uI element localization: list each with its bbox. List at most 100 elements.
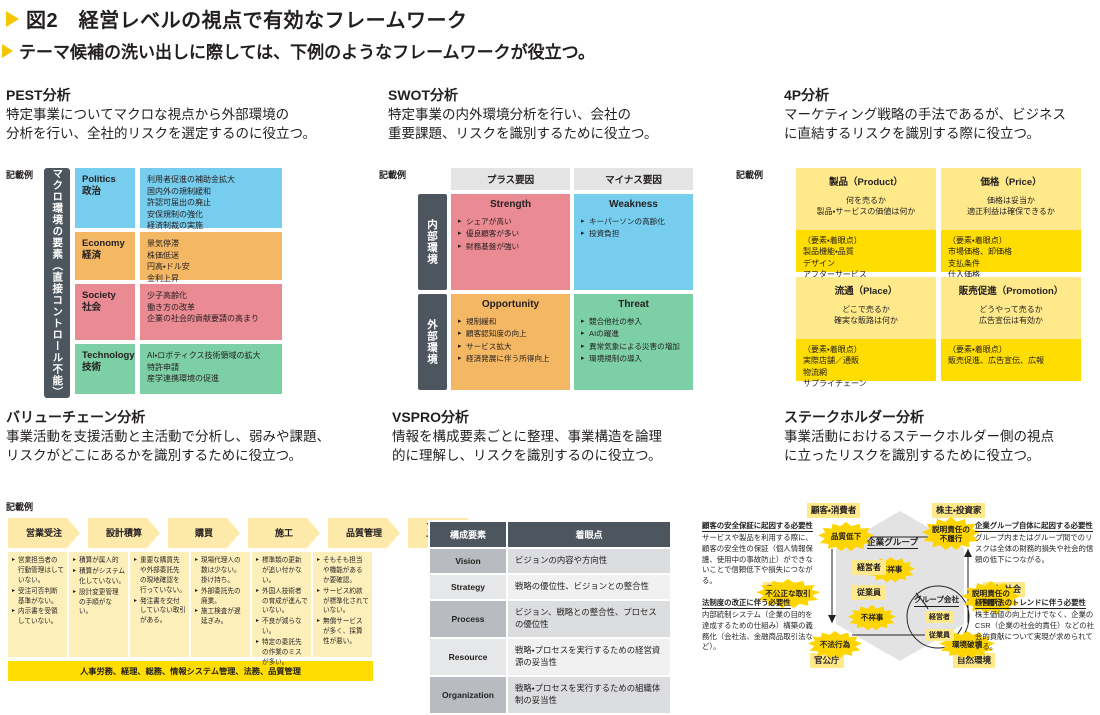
value-chain-stage-column: 営業担当者の行動管理はしていない。受注可否判断基準がない。内示書を受領していない…: [8, 552, 67, 657]
fourp-card-top: 流通（Place） どこで売るか 確実な販路は何か: [796, 277, 936, 339]
note-body: 株主価値の向上だけでなく、企業のCSR（企業の社会的責任）などの社会的貢献につい…: [975, 610, 1095, 652]
stakeholder-note-trend: 経営手法のトレンドに伴う必要性 株主価値の向上だけでなく、企業のCSR（企業の社…: [975, 592, 1097, 653]
value-chain-stage-arrow: 設計積算: [88, 518, 160, 548]
swot-cell-item: 環境規制の導入: [581, 353, 686, 365]
value-chain-stage-column: 重要な購買先や外部委託先の現地確認を行っていない。発注書を交付していない取引があ…: [130, 552, 189, 657]
value-chain-stage-arrow: 購買: [168, 518, 240, 548]
figure-title-text: 図2 経営レベルの視点で有効なフレームワーク: [26, 10, 468, 32]
stakeholder-title: ステークホルダー分析: [784, 409, 924, 425]
group-label: 企業グループ: [867, 536, 919, 550]
section-4p: 4P分析 マーケティング戦略の手法であるが、ビジネス に直結するリスクを識別する…: [784, 86, 1100, 143]
pest-detail: 利用者促進の補助金拡大 国内外の規制緩和 許認可届出の廃止 安保規制の強化 経済制裁の実…: [140, 168, 282, 230]
fourp-card-top: 販売促進（Promotion） どうやって売るか 広告宣伝は有効か: [941, 277, 1081, 339]
pest-detail-item: 国内外の規制緩和: [147, 186, 211, 196]
vspro-row: Strategy 戦略の優位性、ビジョンとの整合性: [428, 573, 672, 601]
value-chain-item: 内示書を受領していない。: [12, 607, 64, 627]
value-chain-item: 標準類の更新が追い付かない。: [256, 556, 308, 586]
pest-category-en: Society: [82, 290, 116, 301]
triangle-bullet-icon: [6, 10, 19, 27]
value-chain-item: 外国人技術者の育成が進んでいない。: [256, 587, 308, 617]
pest-detail-item: 景気停滞: [147, 239, 179, 248]
value-chain-item-list: 営業担当者の行動管理はしていない。受注可否判断基準がない。内示書を受領していない…: [12, 556, 64, 627]
fourp-card-head: 流通（Place）: [834, 286, 898, 297]
value-chain-item-list: そもそも担当や機能があるか要確認。サービス約款が標準化されていない。無償サービス…: [317, 556, 369, 647]
vspro-table: 構成要素 着眼点 Vision ビジョンの内容や方向性 Strategy 戦略の優位性、…: [428, 520, 672, 715]
pest-row: Society 社会 少子高齢化 働き方の改革 企業の社会的貢献要請の高まり: [75, 284, 282, 340]
pest-detail-item: 経済制裁の実施: [147, 221, 203, 231]
value-chain-item: 施工検査が遅延ぎみ。: [195, 607, 247, 627]
swot-cell-list: シェアが高い優良顧客が多い財務基盤が強い: [458, 216, 563, 253]
swot-cell-title: Weakness: [609, 199, 658, 210]
fourp-card-detail: （要素・着眼点） 販売促進、広告宣伝、広報: [941, 339, 1081, 381]
pest-category: Society 社会: [75, 284, 135, 340]
section-swot: SWOT分析 特定事業の内外環境分析を行い、会社の 重要課題、リスクを識別するた…: [388, 86, 738, 143]
value-chain-item: 無償サービスが多く、採算性が悪い。: [317, 617, 369, 647]
pest-row: Politics 政治 利用者促進の補助金拡大 国内外の規制緩和 許認可届出の廃止 安保規…: [75, 168, 282, 230]
fourp-card-head: 価格（Price）: [980, 177, 1042, 188]
note-heading: 法制度の改正に伴う必要性: [702, 597, 791, 610]
pest-side-label: マクロ環境の要素（直接コントロール不能）: [44, 168, 70, 398]
valuechain-title: バリューチェーン分析: [6, 409, 146, 425]
swot-cell-list: キーパーソンの高齢化投資負担: [581, 216, 686, 241]
pest-category-en: Economy: [82, 238, 125, 249]
fourp-card: 製品（Product） 何を売るか 製品・サービスの価値は何か （要素・着眼点） 製…: [796, 168, 936, 279]
pest-detail-item: 働き方の改革: [147, 302, 195, 312]
value-chain-stage-column: 現場代理人の数は少ない。掛け持ち。外部委託先の廃業。施工検査が遅延ぎみ。: [191, 552, 250, 657]
value-chain-item-list: 重要な購買先や外部委託先の現地確認を行っていない。発注書を交付していない取引があ…: [134, 556, 186, 626]
fourp-example-label: 記載例: [736, 170, 764, 180]
value-chain-item: 現場代理人の数は少ない。掛け持ち。: [195, 556, 247, 586]
value-chain-stage-arrow: 営業受注: [8, 518, 80, 548]
swot-cell-item: 規制緩和: [458, 316, 563, 328]
swot-cell-item: 競合他社の参入: [581, 316, 686, 328]
pest-detail-item: 円高・ドル安: [147, 262, 190, 272]
value-chain-stage-column: 標準類の更新が追い付かない。外国人技術者の育成が進んでいない。不良が減らない。特…: [252, 552, 311, 666]
section-vspro: VSPRO分析 情報を構成要素ごとに整理、事業構造を論理 的に理解し、リスクを識…: [392, 408, 722, 465]
pest-category-ja: 経済: [82, 250, 102, 262]
swot-row-header: 外部環境: [418, 294, 447, 390]
section-stakeholder: ステークホルダー分析 事業活動におけるステークホルダー側の視点 に立ったリスクを…: [784, 408, 1100, 465]
value-chain-item: 外部委託先の廃業。: [195, 587, 247, 607]
value-chain-stage-arrow: 品質管理: [328, 518, 400, 548]
value-chain-item: サービス約款が標準化されていない。: [317, 587, 369, 617]
fourp-cards: 製品（Product） 何を売るか 製品・サービスの価値は何か （要素・着眼点） 製…: [796, 168, 1081, 388]
sub-role-employee: 従業員: [925, 629, 954, 641]
swot-cell-item: AIの躍進: [581, 328, 686, 340]
inner-role-employee: 従業員: [852, 585, 886, 600]
vspro-element-cell: Strategy: [428, 573, 508, 601]
pest-detail-item: 少子高齢化: [147, 291, 187, 300]
swot-cell-item: シェアが高い: [458, 216, 563, 228]
swot-row-header: 内部環境: [418, 194, 447, 290]
pest-rows: Politics 政治 利用者促進の補助金拡大 国内外の規制緩和 許認可届出の廃止 安保規…: [75, 168, 282, 398]
swot-cell-title: Opportunity: [481, 299, 540, 310]
swot-cell-threat: Threat 競合他社の参入AIの躍進異常気象による災害の増加環境規制の導入: [574, 294, 693, 390]
value-chain-item: 受注可否判断基準がない。: [12, 587, 64, 607]
stakeholder-note-group: 企業グループ自体に起因する必要性 グループ内またはグループ間でのリスクは全体の財…: [975, 515, 1097, 565]
value-chain-stage-column: そもそも担当や機能があるか要確認。サービス約款が標準化されていない。無償サービス…: [313, 552, 372, 657]
vspro-element-cell: Process: [428, 599, 508, 639]
pest-detail-item: 特許申請: [147, 362, 179, 372]
value-chain-item-list: 現場代理人の数は少ない。掛け持ち。外部委託先の廃業。施工検査が遅延ぎみ。: [195, 556, 247, 627]
figure-lead-text: テーマ候補の洗い出しに際しては、下例のようなフレームワークが役立つ。: [19, 43, 595, 62]
swot-cells: Strength シェアが高い優良顧客が多い財務基盤が強い Weakness キーパー…: [451, 194, 693, 390]
value-chain-item: 設計変更管理の手順がない。: [73, 588, 125, 618]
swot-title: SWOT分析: [388, 87, 458, 103]
stakeholder-description: 事業活動におけるステークホルダー側の視点 に立ったリスクを識別するために役立つ。: [784, 428, 1054, 464]
swot-cell-title: Strength: [489, 199, 532, 210]
vspro-focus-cell: 戦略・プロセスを実行するための経営資源の妥当性: [506, 636, 672, 677]
pest-category-en: Politics: [82, 174, 116, 185]
fourp-card-top: 製品（Product） 何を売るか 製品・サービスの価値は何か: [796, 168, 936, 230]
swot-row-headers: 内部環境 外部環境: [418, 194, 447, 390]
pest-category: Technology 技術: [75, 344, 135, 394]
vspro-row: Process ビジョン、戦略との整合性、プロセスの優位性: [428, 599, 672, 639]
swot-cell-item: サービス拡大: [458, 341, 563, 353]
swot-column-header: プラス要因: [451, 168, 570, 190]
note-body: サービスや製品を利用する際に、顧客の安全性の保証（個人情報保護、使用中の事故防止…: [702, 533, 813, 586]
swot-column-header: マイナス要因: [574, 168, 693, 190]
sub-role-manager: 経営者: [925, 611, 954, 623]
section-value-chain: バリューチェーン分析 事業活動を支援活動と主活動で分析し、弱みや課題、 リスクが…: [6, 408, 386, 465]
fourp-card: 販売促進（Promotion） どうやって売るか 広告宣伝は有効か （要素・着眼点）…: [941, 277, 1081, 381]
vspro-element-cell: Organization: [428, 674, 508, 715]
value-chain-item: 営業担当者の行動管理はしていない。: [12, 556, 64, 586]
value-chain-item: 積算がシステム化していない。: [73, 567, 125, 587]
vspro-row: Organization 戦略・プロセスを実行するための組織体制の妥当性: [428, 674, 672, 715]
